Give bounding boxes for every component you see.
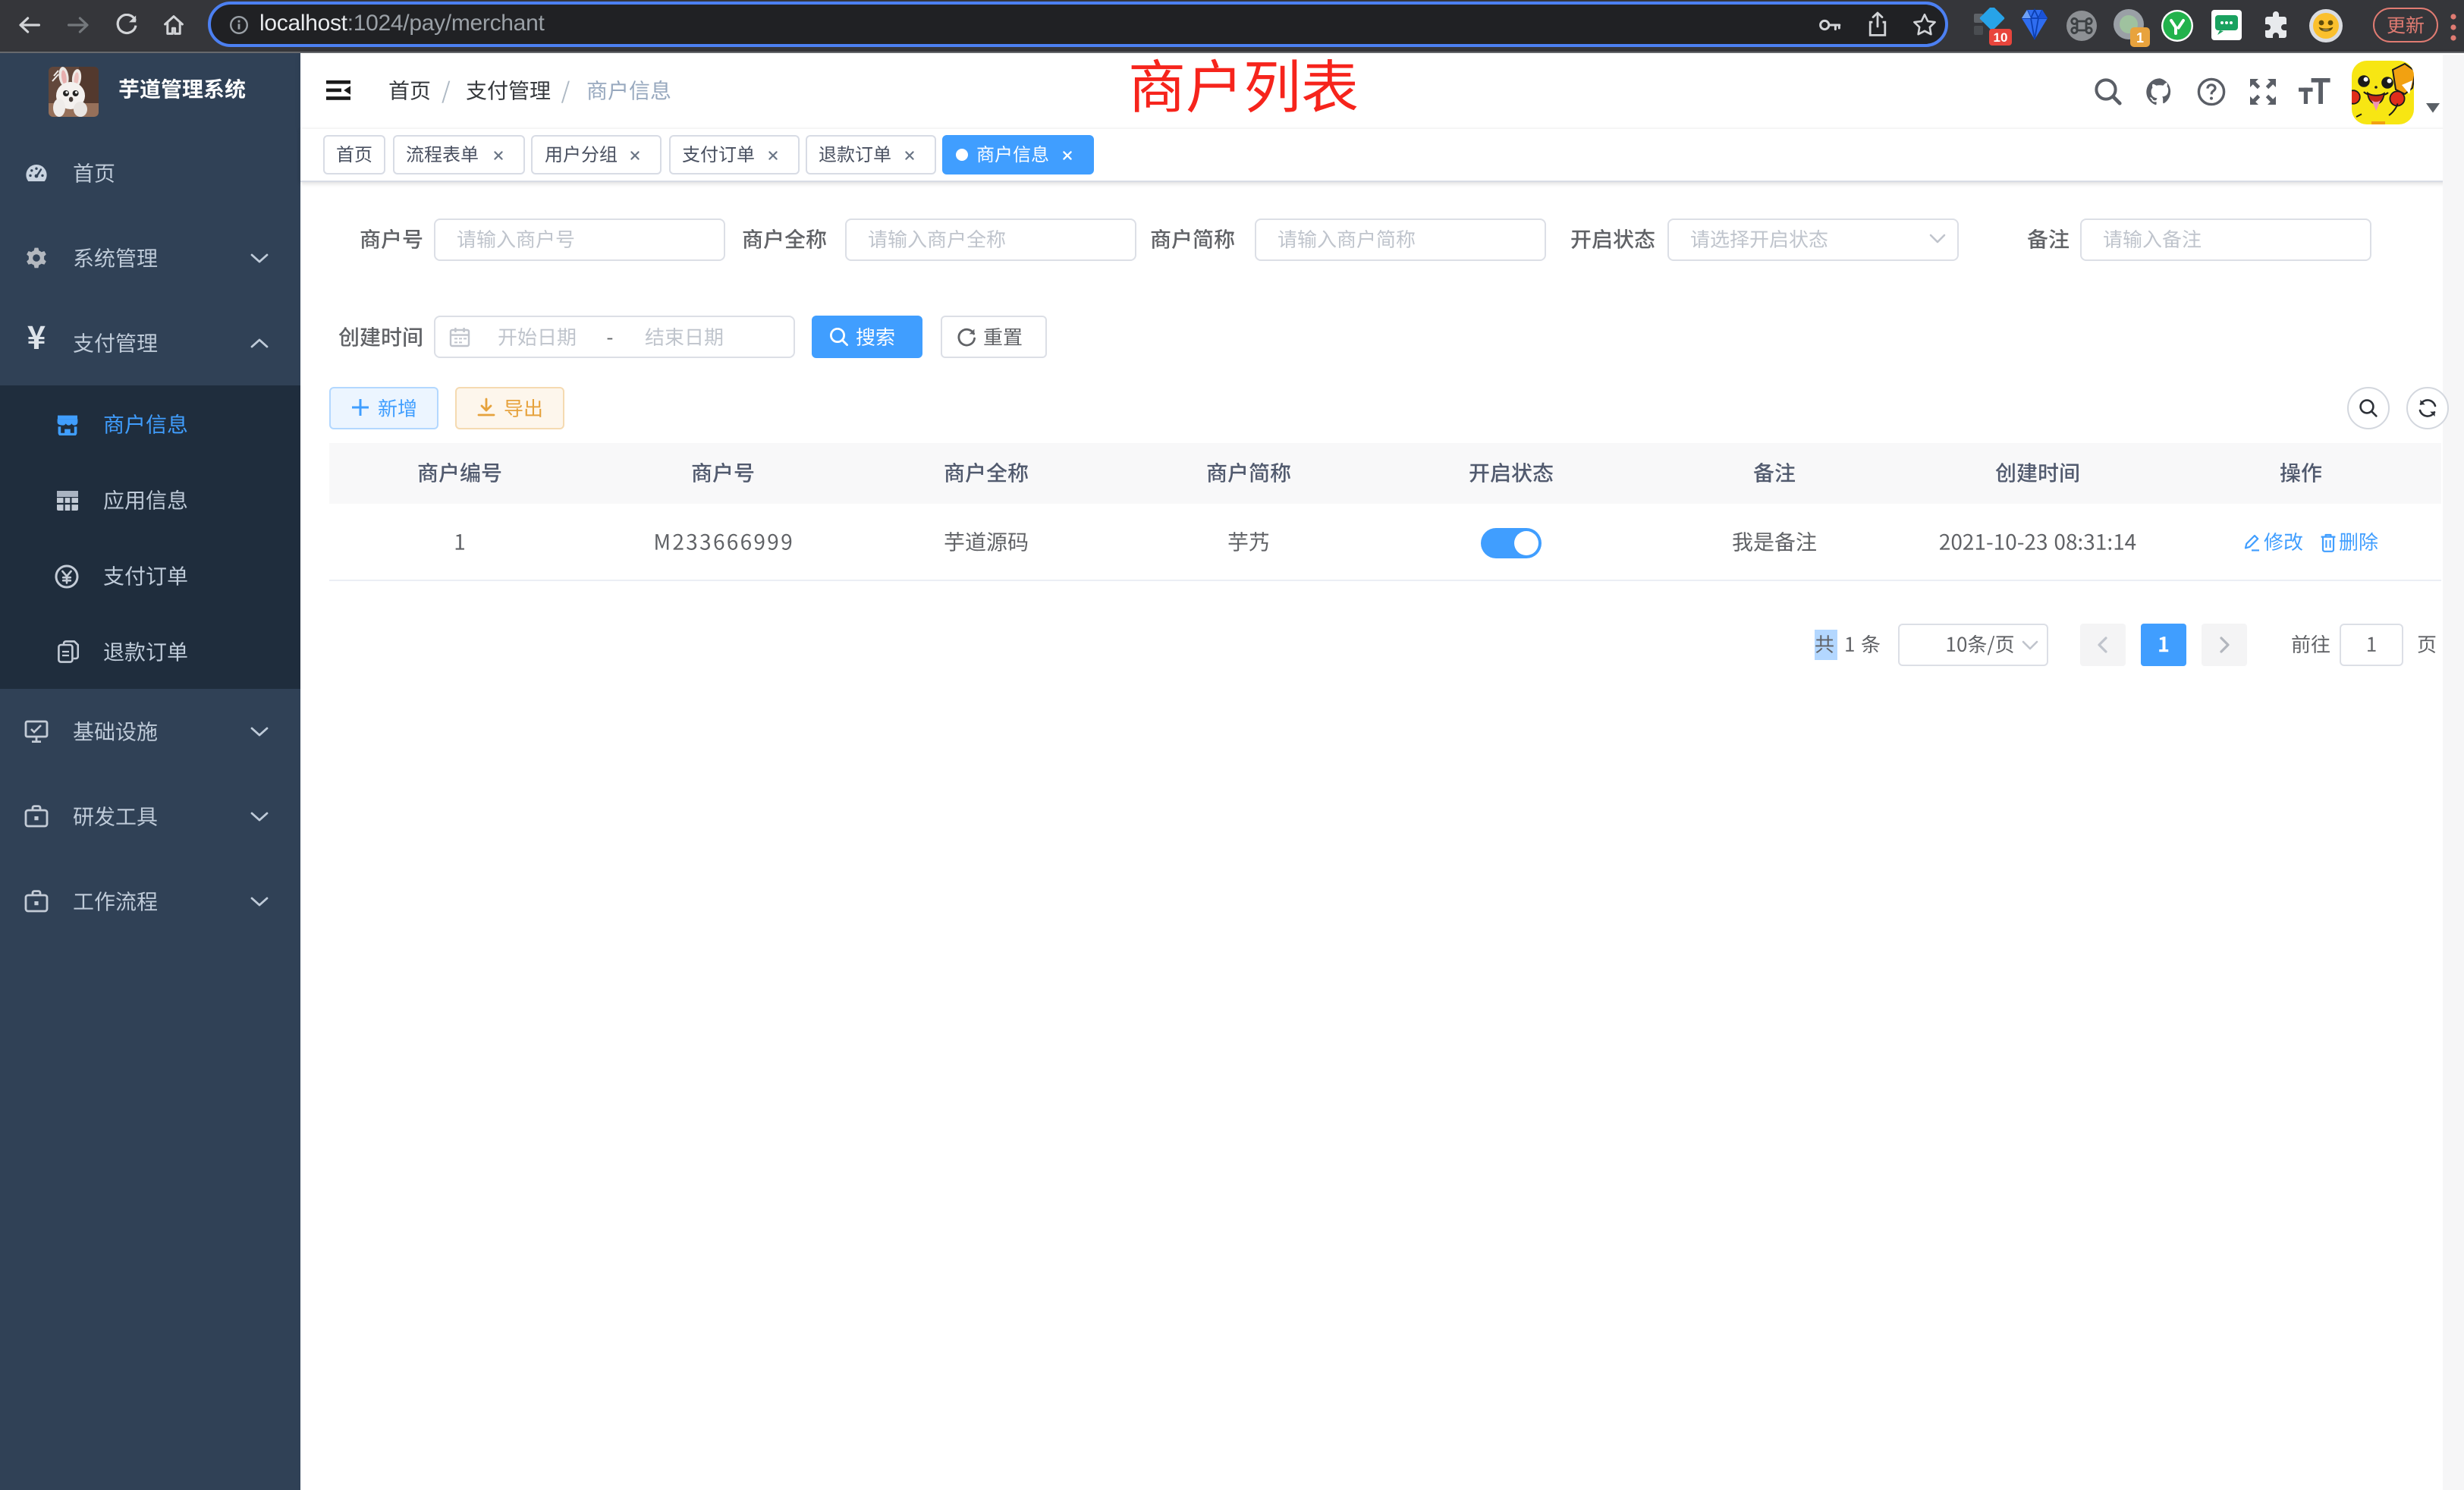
- svg-text:10: 10: [1994, 30, 2008, 45]
- svg-text:1: 1: [2136, 30, 2144, 46]
